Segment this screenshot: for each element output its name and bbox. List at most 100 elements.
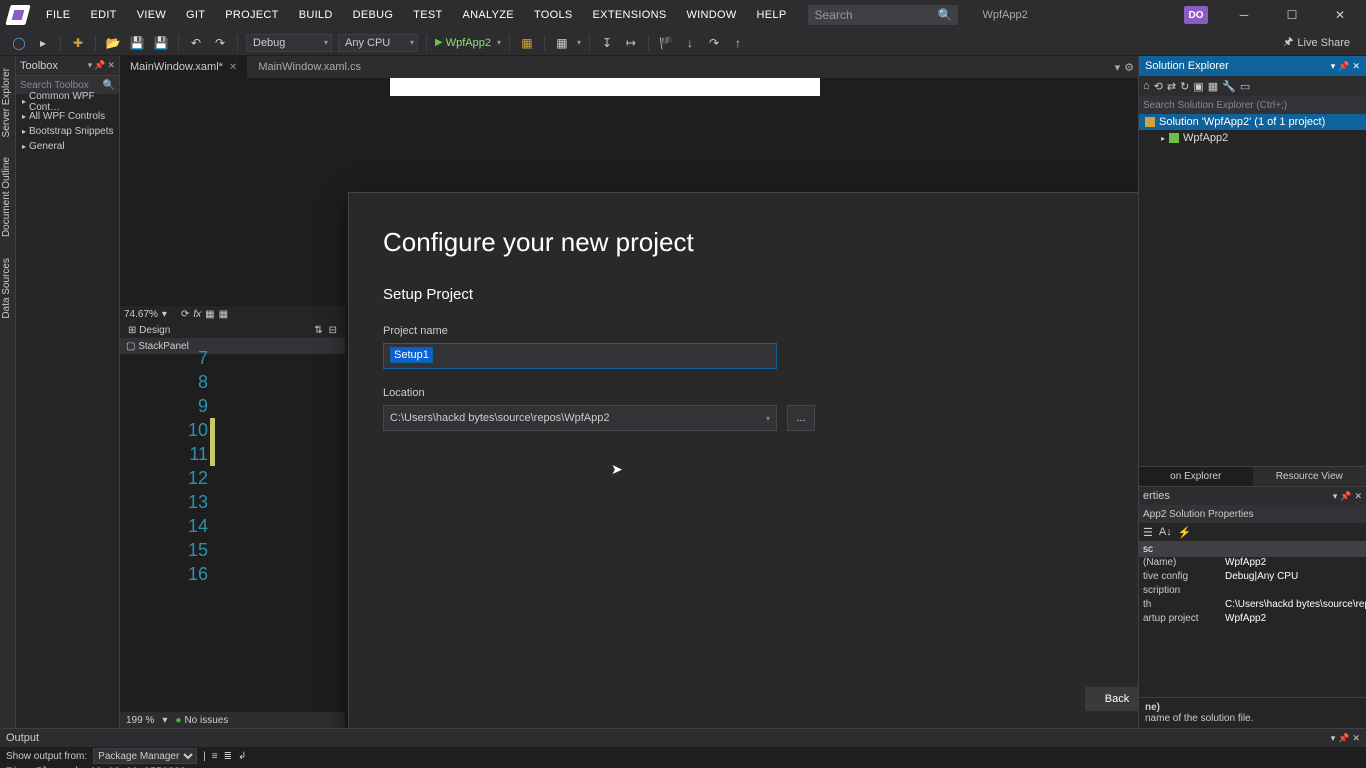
window-minimize[interactable]: ─ [1222,0,1266,30]
redo-icon[interactable]: ↷ [211,34,229,52]
split-icon[interactable]: ⊟ [329,325,337,336]
se-showall-icon[interactable]: ▦ [1208,80,1218,93]
se-collapse-icon[interactable]: ▣ [1193,80,1203,93]
live-share-button[interactable]: 🖈 Live Share [1283,33,1350,52]
se-refresh-icon[interactable]: ↻ [1180,80,1189,93]
zoom-dd-icon[interactable]: ▾ [162,715,167,726]
platform-dropdown[interactable]: Any CPU [338,34,418,52]
zoom-level[interactable]: 74.67% [124,309,158,320]
prop-row-config[interactable]: tive configDebug|Any CPU [1139,571,1366,585]
menu-window[interactable]: WINDOW [676,0,746,30]
tab-solution-explorer[interactable]: on Explorer [1139,467,1253,486]
flag-icon[interactable]: 🏴 [657,34,675,52]
design-mode-button[interactable]: ⊞ Design [128,325,170,336]
se-pin-icon[interactable]: 📌 [1338,61,1349,72]
save-icon[interactable]: 💾 [128,34,146,52]
project-node[interactable]: WpfApp2 [1139,130,1366,146]
prop-row-path[interactable]: thC:\Users\hackd bytes\source\repo [1139,599,1366,613]
output-pin-icon[interactable]: 📌 [1338,733,1349,744]
prop-row-name[interactable]: (Name)WpfApp2 [1139,557,1366,571]
toolbox-item-common-wpf[interactable]: Common WPF Cont… [16,94,119,109]
toolbox-item-general[interactable]: General [16,139,119,154]
rail-server-explorer[interactable]: Server Explorer [0,62,15,143]
se-search-input[interactable]: Search Solution Explorer (Ctrl+;) [1139,96,1366,114]
tab-gear-icon[interactable]: ⚙ [1124,61,1134,74]
tab-mainwindow-cs[interactable]: MainWindow.xaml.cs [248,56,371,78]
menu-git[interactable]: GIT [176,0,215,30]
toolbox-item-all-wpf[interactable]: All WPF Controls [16,109,119,124]
nav-back-icon[interactable]: ◯ [10,34,28,52]
menu-analyze[interactable]: ANALYZE [453,0,524,30]
zoom-dropdown-icon[interactable]: ▾ [162,309,167,320]
se-back-icon[interactable]: ⟲ [1154,80,1163,93]
properties-category[interactable]: sc [1139,541,1366,557]
code-zoom[interactable]: 199 % [126,715,154,726]
location-input[interactable]: C:\Users\hackd bytes\source\repos\WpfApp… [383,405,777,431]
props-pin-icon[interactable]: 📌 [1340,491,1351,502]
props-dropdown-icon[interactable]: ▾ [1333,491,1338,502]
global-search-input[interactable]: Search 🔍 [808,5,958,25]
se-home-icon[interactable]: ⌂ [1143,80,1150,92]
window-maximize[interactable]: ☐ [1270,0,1314,30]
step-over-icon[interactable]: ↷ [705,34,723,52]
new-item-icon[interactable]: ✚ [69,34,87,52]
config-dropdown[interactable]: Debug [246,34,332,52]
step-icon-2[interactable]: ↦ [622,34,640,52]
browse-button[interactable]: ... [787,405,815,431]
undo-icon[interactable]: ↶ [187,34,205,52]
alphabetical-icon[interactable]: A↓ [1159,526,1172,538]
issues-indicator[interactable]: No issues [175,715,228,726]
tab-close-icon[interactable]: ✕ [229,62,237,73]
output-source-dropdown[interactable]: Package Manager [93,748,197,764]
output-close-icon[interactable]: ✕ [1352,733,1360,744]
menu-test[interactable]: TEST [403,0,452,30]
nav-fwd-icon[interactable]: ▸ [34,34,52,52]
rail-data-sources[interactable]: Data Sources [0,252,15,325]
toolbox-close-icon[interactable]: ✕ [107,60,115,71]
se-close-icon[interactable]: ✕ [1352,61,1360,72]
tab-resource-view[interactable]: Resource View [1253,467,1366,486]
menu-extensions[interactable]: EXTENSIONS [583,0,677,30]
menu-tools[interactable]: TOOLS [524,0,583,30]
toolbar-icon-b[interactable]: ▦ [553,34,571,52]
swap-panes-icon[interactable]: ⇅ [314,325,322,336]
se-dropdown-icon[interactable]: ▾ [1331,61,1336,72]
menu-view[interactable]: VIEW [127,0,176,30]
output-wrap-icon[interactable]: ≣ [224,751,232,762]
tab-preview-icon[interactable]: ▾ [1115,61,1121,74]
categorized-icon[interactable]: ☰ [1143,526,1153,539]
output-toggle-icon[interactable]: ↲ [238,751,246,762]
rail-document-outline[interactable]: Document Outline [0,151,15,243]
output-dropdown-icon[interactable]: ▾ [1331,733,1336,744]
start-debug-button[interactable]: WpfApp2 [435,37,491,49]
toolbox-item-bootstrap[interactable]: Bootstrap Snippets [16,124,119,139]
solution-root-node[interactable]: Solution 'WpfApp2' (1 of 1 project) [1139,114,1366,130]
back-button[interactable]: Back [1085,687,1138,711]
open-icon[interactable]: 📂 [104,34,122,52]
props-close-icon[interactable]: ✕ [1354,491,1362,502]
se-properties-icon[interactable]: 🔧 [1222,80,1236,93]
save-all-icon[interactable]: 💾 [152,34,170,52]
toolbox-pin-icon[interactable]: 📌 [94,60,105,71]
window-close[interactable]: ✕ [1318,0,1362,30]
menu-debug[interactable]: DEBUG [343,0,404,30]
output-clear-icon[interactable]: ≡ [212,751,218,762]
zoom-fit-icon[interactable]: ⟳ [181,309,189,320]
menu-project[interactable]: PROJECT [215,0,288,30]
menu-build[interactable]: BUILD [289,0,343,30]
grid-icon[interactable]: ▦ [205,309,214,320]
project-name-input[interactable]: Setup1 [383,343,777,369]
se-preview-icon[interactable]: ▭ [1240,80,1250,93]
menu-help[interactable]: HELP [747,0,797,30]
user-badge[interactable]: DO [1184,6,1208,24]
se-sync-icon[interactable]: ⇄ [1167,80,1176,93]
properties-object-selector[interactable]: App2 Solution Properties [1139,505,1366,523]
toolbar-icon-a[interactable]: ▦ [518,34,536,52]
step-icon-1[interactable]: ↧ [598,34,616,52]
prop-row-startup[interactable]: artup projectWpfApp2 [1139,613,1366,627]
step-out-icon[interactable]: ↑ [729,34,747,52]
menu-file[interactable]: FILE [36,0,80,30]
tab-mainwindow-xaml[interactable]: MainWindow.xaml* ✕ [120,56,247,78]
effects-icon[interactable]: fx [193,309,201,320]
prop-row-desc[interactable]: scription [1139,585,1366,599]
